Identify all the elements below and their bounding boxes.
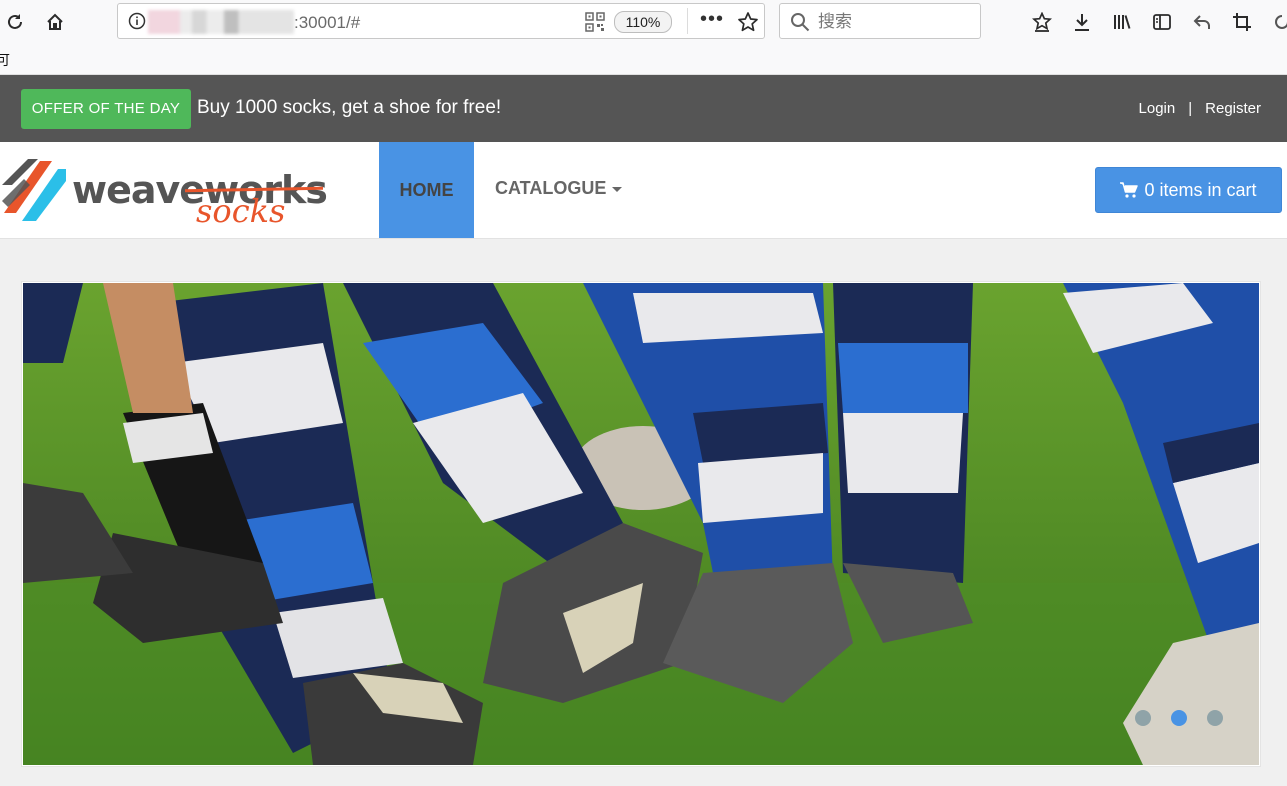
browser-toolbar: :30001/# 110% ••• xyxy=(0,0,1287,44)
home-icon[interactable] xyxy=(41,8,69,36)
cart-button[interactable]: 0 items in cart xyxy=(1095,167,1282,213)
undo-icon[interactable] xyxy=(1188,8,1216,36)
zoom-level[interactable]: 110% xyxy=(614,11,672,33)
carousel-dot-2[interactable] xyxy=(1171,710,1187,726)
nav-home[interactable]: HOME xyxy=(379,142,474,238)
search-icon xyxy=(791,13,810,32)
auth-separator: | xyxy=(1188,100,1193,117)
crop-icon[interactable] xyxy=(1228,8,1256,36)
info-icon[interactable] xyxy=(128,12,146,30)
redacted-host xyxy=(148,10,294,34)
search-input[interactable] xyxy=(816,10,970,34)
hero-carousel[interactable] xyxy=(21,281,1261,767)
sidebar-icon[interactable] xyxy=(1148,8,1176,36)
bookmark-star-icon[interactable] xyxy=(737,11,759,33)
search-box[interactable] xyxy=(779,3,981,39)
caret-down-icon xyxy=(612,186,623,192)
qr-code-icon[interactable] xyxy=(585,12,605,32)
register-link[interactable]: Register xyxy=(1205,100,1261,117)
divider xyxy=(687,8,688,34)
reload-icon[interactable] xyxy=(1,8,29,36)
carousel-dot-1[interactable] xyxy=(1135,710,1151,726)
hero-image xyxy=(23,283,1259,765)
offer-of-the-day-button[interactable]: OFFER OF THE DAY xyxy=(21,89,191,129)
logo-socks: socks xyxy=(196,192,286,230)
cart-label: 0 items in cart xyxy=(1144,180,1257,200)
weaveworks-socks-logo[interactable]: weaveworks socks xyxy=(0,152,330,234)
nav-catalogue-label: CATALOGUE xyxy=(495,178,607,198)
carousel-dot-3[interactable] xyxy=(1207,710,1223,726)
login-link[interactable]: Login xyxy=(1139,100,1176,117)
page-actions-icon[interactable]: ••• xyxy=(700,8,724,31)
shopping-cart-icon xyxy=(1120,182,1139,198)
bookmark-item[interactable]: 可 xyxy=(0,50,10,70)
overflow-icon[interactable] xyxy=(1268,8,1287,36)
reading-list-star-icon[interactable] xyxy=(1028,8,1056,36)
address-bar[interactable]: :30001/# 110% ••• xyxy=(117,3,765,39)
logo-mark-icon xyxy=(2,159,66,221)
url-text: :30001/# xyxy=(294,13,361,32)
offer-text: Buy 1000 socks, get a shoe for free! xyxy=(197,97,502,118)
auth-links: Login | Register xyxy=(1139,100,1261,117)
download-icon[interactable] xyxy=(1068,8,1096,36)
bookmarks-toolbar: 可 xyxy=(0,44,1287,75)
main-navbar: weaveworks socks HOME CATALOGUE 0 items … xyxy=(0,142,1287,239)
offer-bar: OFFER OF THE DAY Buy 1000 socks, get a s… xyxy=(0,75,1287,142)
library-icon[interactable] xyxy=(1108,8,1136,36)
nav-catalogue[interactable]: CATALOGUE xyxy=(495,178,623,199)
